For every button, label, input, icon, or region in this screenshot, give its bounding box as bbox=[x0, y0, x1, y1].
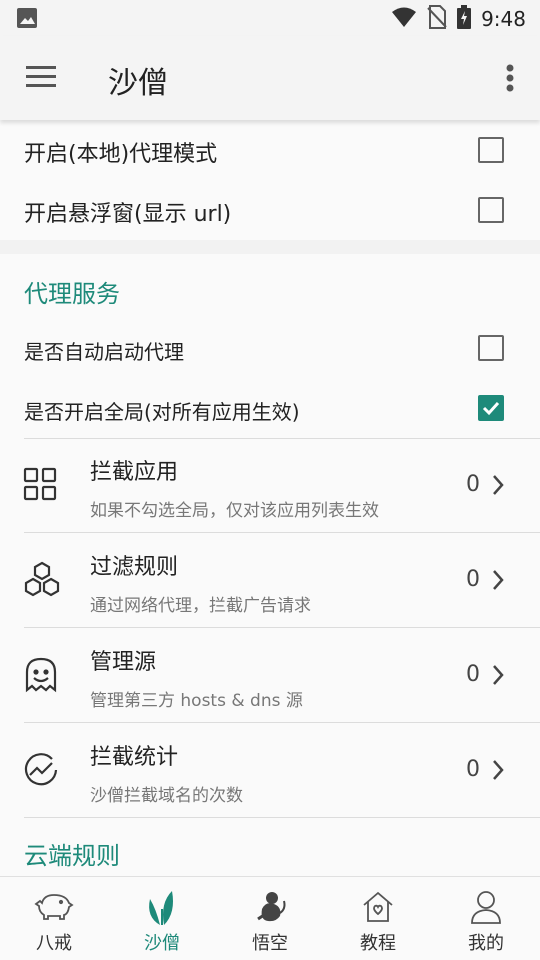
item-subtitle: 通过网络代理，拦截广告请求 bbox=[90, 596, 311, 616]
item-title: 拦截统计 bbox=[90, 745, 179, 770]
item-count: 0 bbox=[466, 567, 480, 592]
status-bar: 9:48 bbox=[0, 0, 540, 36]
leaf-icon bbox=[142, 889, 182, 931]
home-icon bbox=[358, 889, 398, 929]
manage-sources-item[interactable]: 管理源 管理第三方 hosts & dns 源 0 bbox=[0, 628, 540, 722]
chevron-right-icon bbox=[492, 664, 504, 690]
image-icon bbox=[16, 7, 38, 33]
nav-tab-bajie[interactable]: 八戒 bbox=[0, 877, 108, 960]
monkey-icon bbox=[250, 889, 290, 929]
local-proxy-label: 开启(本地)代理模式 bbox=[24, 142, 218, 167]
proxy-service-card: 代理服务 是否自动启动代理 是否开启全局(对所有应用生效) 拦截应用 如果不勾选… bbox=[0, 254, 540, 876]
auto-start-row[interactable]: 是否自动启动代理 bbox=[0, 318, 540, 378]
item-title: 拦截应用 bbox=[90, 460, 179, 485]
menu-icon[interactable] bbox=[26, 66, 56, 92]
settings-content: 开启(本地)代理模式 开启悬浮窗(显示 url) 代理服务 是否自动启动代理 是… bbox=[0, 120, 540, 876]
app-toolbar: 沙僧 bbox=[0, 36, 540, 120]
check-icon bbox=[482, 401, 500, 416]
battery-charging-icon bbox=[457, 5, 481, 33]
wifi-icon bbox=[391, 6, 427, 32]
nav-label: 悟空 bbox=[252, 933, 288, 954]
chevron-right-icon bbox=[492, 569, 504, 595]
item-subtitle: 如果不勾选全局，仅对该应用列表生效 bbox=[90, 501, 379, 521]
chevron-right-icon bbox=[492, 474, 504, 500]
global-proxy-row[interactable]: 是否开启全局(对所有应用生效) bbox=[0, 378, 540, 438]
page-title: 沙僧 bbox=[108, 66, 168, 101]
auto-start-label: 是否自动启动代理 bbox=[24, 340, 184, 364]
auto-start-checkbox[interactable] bbox=[478, 335, 504, 361]
nav-label: 八戒 bbox=[36, 933, 72, 954]
item-count: 0 bbox=[466, 757, 480, 782]
nav-label: 我的 bbox=[468, 933, 504, 954]
chevron-right-icon bbox=[492, 759, 504, 785]
bottom-navigation: 八戒 沙僧 悟空 教程 我的 bbox=[0, 876, 540, 960]
local-proxy-checkbox[interactable] bbox=[478, 137, 504, 163]
pig-icon bbox=[34, 889, 74, 927]
status-time: 9:48 bbox=[481, 7, 526, 31]
hexagons-icon bbox=[22, 561, 62, 603]
item-title: 管理源 bbox=[90, 650, 157, 675]
global-proxy-checkbox[interactable] bbox=[478, 395, 504, 421]
filter-rules-item[interactable]: 过滤规则 通过网络代理，拦截广告请求 0 bbox=[0, 533, 540, 627]
float-window-checkbox[interactable] bbox=[478, 197, 504, 223]
cloud-rules-title: 云端规则 bbox=[24, 842, 120, 870]
float-window-label: 开启悬浮窗(显示 url) bbox=[24, 202, 232, 227]
nav-label: 沙僧 bbox=[144, 933, 180, 954]
item-subtitle: 沙僧拦截域名的次数 bbox=[90, 786, 243, 806]
person-icon bbox=[466, 889, 506, 929]
general-settings-card: 开启(本地)代理模式 开启悬浮窗(显示 url) bbox=[0, 120, 540, 240]
global-proxy-label: 是否开启全局(对所有应用生效) bbox=[24, 400, 300, 424]
nav-tab-wukong[interactable]: 悟空 bbox=[216, 877, 324, 960]
item-count: 0 bbox=[466, 472, 480, 497]
item-title: 过滤规则 bbox=[90, 555, 179, 580]
nav-tab-mine[interactable]: 我的 bbox=[432, 877, 540, 960]
nav-tab-shaseng[interactable]: 沙僧 bbox=[108, 877, 216, 960]
float-window-row[interactable]: 开启悬浮窗(显示 url) bbox=[0, 180, 540, 240]
nav-tab-tutorial[interactable]: 教程 bbox=[324, 877, 432, 960]
grid-icon bbox=[22, 466, 58, 506]
ghost-icon bbox=[22, 656, 60, 698]
intercept-stats-item[interactable]: 拦截统计 沙僧拦截域名的次数 0 bbox=[0, 723, 540, 817]
chart-icon bbox=[22, 751, 60, 793]
local-proxy-row[interactable]: 开启(本地)代理模式 bbox=[0, 120, 540, 180]
more-options-icon[interactable] bbox=[506, 64, 514, 96]
item-subtitle: 管理第三方 hosts & dns 源 bbox=[90, 691, 303, 711]
item-count: 0 bbox=[466, 662, 480, 687]
proxy-service-title: 代理服务 bbox=[24, 280, 120, 308]
intercept-apps-item[interactable]: 拦截应用 如果不勾选全局，仅对该应用列表生效 0 bbox=[0, 438, 540, 532]
no-sim-icon bbox=[427, 5, 457, 33]
nav-label: 教程 bbox=[360, 933, 396, 954]
divider bbox=[24, 817, 540, 818]
